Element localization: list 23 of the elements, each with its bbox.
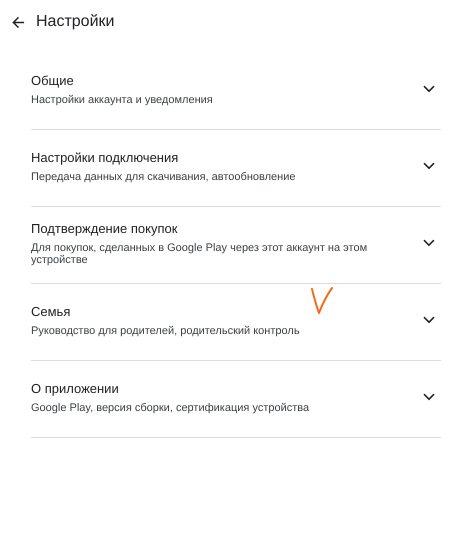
section-title: О приложении: [31, 380, 120, 396]
settings-section[interactable]: Семья Руководство для родителей, родительский контроль: [31, 284, 441, 361]
chevron-down-icon[interactable]: [423, 393, 435, 401]
section-title: Подтверждение покупок: [31, 220, 178, 236]
section-subtitle: Настройки аккаунта и уведомления: [31, 94, 213, 106]
settings-section[interactable]: Подтверждение покупок Для покупок, сделанных в Google Play через этот аккаунт на этом устройстве: [31, 207, 441, 284]
page-title: Настройки: [36, 13, 114, 31]
settings-section[interactable]: Настройки подключения Передача данных для скачивания, автообновление: [31, 130, 441, 207]
chevron-down-icon[interactable]: [423, 85, 435, 93]
section-subtitle: Передача данных для скачивания, автообновление: [31, 170, 296, 182]
check-mark-drawing: [310, 287, 334, 315]
section-title: Общие: [31, 72, 75, 88]
chevron-down-icon[interactable]: [423, 162, 435, 170]
chevron-down-icon[interactable]: [423, 316, 435, 324]
section-subtitle: Для покупок, сделанных в Google Play через этот аккаунт на этом устройстве: [31, 242, 368, 266]
section-subtitle: Google Play, версия сборки, сертификация устройства: [31, 402, 310, 414]
back-arrow-icon[interactable]: [12, 16, 25, 28]
settings-section[interactable]: О приложении Google Play, версия сборки, сертификация устройства: [31, 361, 441, 438]
section-title: Семья: [31, 304, 72, 318]
chevron-down-icon[interactable]: [423, 239, 435, 247]
section-subtitle: Руководство для родителей, родительский контроль: [31, 324, 300, 336]
settings-section[interactable]: Общие Настройки аккаунта и уведомления: [31, 53, 441, 130]
section-title: Настройки подключения: [31, 150, 180, 164]
